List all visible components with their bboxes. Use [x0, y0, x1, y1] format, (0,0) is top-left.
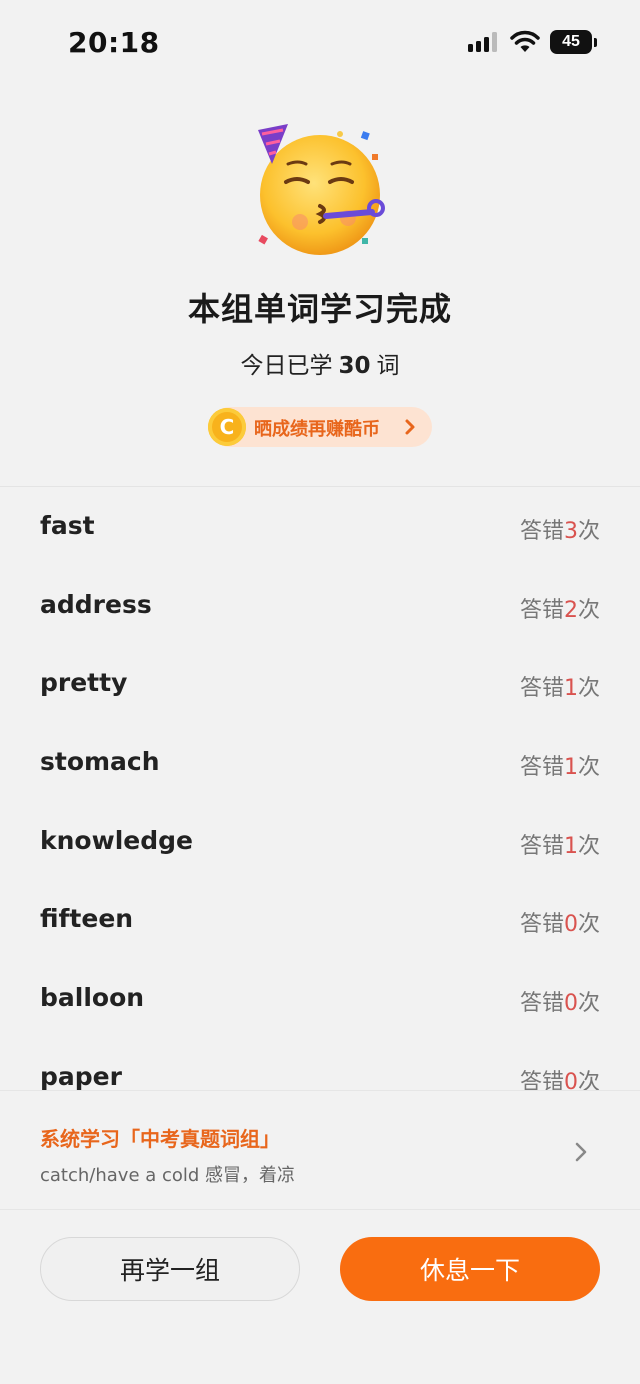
- error-count-label: 答错1次: [519, 833, 600, 859]
- battery-tip: [594, 38, 597, 47]
- word-text: stomach: [40, 747, 160, 777]
- cellular-signal-icon: [468, 32, 502, 52]
- error-count-label: 答错0次: [519, 912, 600, 938]
- error-count: 0: [563, 991, 578, 1017]
- error-count: 0: [563, 912, 578, 938]
- words-today-count: 30: [338, 353, 371, 379]
- error-count: 1: [563, 755, 578, 781]
- error-count-label: 答错3次: [519, 519, 600, 544]
- word-row[interactable]: fast 答错3次: [0, 487, 640, 566]
- error-count: 1: [563, 676, 578, 702]
- wifi-icon: [510, 30, 540, 52]
- chevron-right-icon: [405, 419, 415, 435]
- error-count-label: 答错0次: [520, 1064, 600, 1090]
- word-row[interactable]: fifteen 答错0次: [0, 880, 640, 959]
- word-row[interactable]: knowledge 答错1次: [0, 802, 640, 881]
- word-text: fast: [40, 511, 95, 540]
- error-count-label: 答错2次: [519, 597, 600, 623]
- status-time: 20:18: [68, 26, 160, 59]
- error-count: 1: [563, 833, 578, 859]
- word-row[interactable]: stomach 答错1次: [0, 723, 640, 802]
- battery-indicator: 45: [550, 30, 592, 54]
- recommendation-title: 系统学习「中考真题词组」: [40, 1127, 280, 1151]
- word-text: paper: [40, 1061, 122, 1090]
- word-row[interactable]: address 答错2次: [0, 566, 640, 645]
- word-row[interactable]: pretty 答错1次: [0, 644, 640, 723]
- partying-face-icon: [258, 124, 385, 255]
- status-bar: 20:18 45: [0, 0, 640, 86]
- word-text: pretty: [40, 668, 128, 698]
- study-complete-page: 20:18 45 本组单词学习完成 今日已学 30 词 C 晒成绩再赚酷币 fa…: [0, 0, 640, 1384]
- today-summary-prefix: 今日已学: [240, 353, 333, 379]
- word-text: address: [40, 589, 152, 619]
- error-count-label: 答错1次: [519, 676, 600, 702]
- word-row[interactable]: balloon 答错0次: [0, 959, 640, 1038]
- page-title: 本组单词学习完成: [187, 290, 452, 328]
- error-count-label: 答错0次: [519, 991, 600, 1017]
- recommendation-card[interactable]: 系统学习「中考真题词组」 catch/have a cold 感冒，着凉: [0, 1090, 640, 1210]
- word-text: balloon: [40, 983, 145, 1013]
- learn-another-group-button[interactable]: 再学一组: [40, 1237, 300, 1301]
- word-row[interactable]: paper 答错0次: [0, 1038, 640, 1090]
- chevron-right-icon: [575, 1142, 587, 1162]
- share-score-label: 晒成绩再赚酷币: [254, 419, 380, 440]
- today-summary: 今日已学 30 词: [0, 346, 640, 380]
- error-count: 0: [563, 1069, 578, 1090]
- today-summary-suffix: 词: [376, 353, 400, 379]
- coin-icon: C: [208, 408, 246, 446]
- recommendation-subtitle: catch/have a cold 感冒，着凉: [40, 1165, 296, 1186]
- word-list[interactable]: fast 答错3次 address 答错2次 pretty 答错1次 stoma…: [0, 487, 640, 1090]
- word-text: fifteen: [40, 904, 134, 934]
- take-a-break-button[interactable]: 休息一下: [340, 1237, 600, 1301]
- error-count-label: 答错1次: [519, 755, 600, 781]
- error-count: 3: [563, 519, 578, 544]
- word-text: knowledge: [40, 825, 193, 855]
- share-score-button[interactable]: C 晒成绩再赚酷币: [208, 407, 432, 447]
- error-count: 2: [563, 597, 578, 623]
